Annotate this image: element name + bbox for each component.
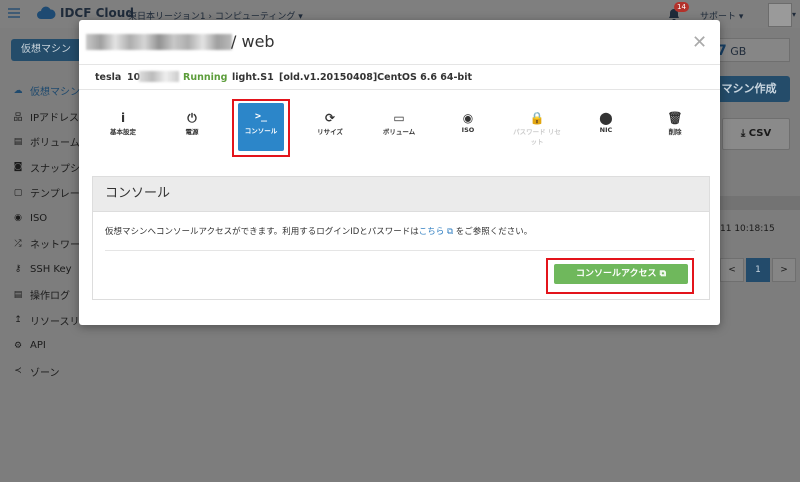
console-description: 仮想マシンへコンソールアクセスができます。利用するログインIDとパスワードはこち… [105, 225, 532, 237]
action-label: 基本設定 [110, 128, 136, 136]
pager-current[interactable]: 1 [746, 258, 770, 282]
action-label: コンソール [244, 127, 278, 135]
vm-template: [old.v1.20150408]CentOS 6.6 64-bit [279, 72, 473, 83]
create-vm-sidebar-label: 仮想マシン [21, 44, 71, 55]
sidebar-item-snapshot[interactable]: ◙ スナップショ [0, 155, 90, 181]
info-icon: i [120, 111, 126, 125]
sidebar-item-label: SSH Key [30, 263, 72, 275]
cogs-icon: ⚙ [13, 340, 23, 351]
volume-icon: ▭ [393, 111, 405, 125]
log-icon: ▤ [13, 289, 23, 300]
action-label: パスワード リセット [513, 128, 561, 146]
storage-summary: 7 GB [710, 38, 790, 62]
console-panel: コンソール 仮想マシンへコンソールアクセスができます。利用するログインIDとパス… [92, 176, 710, 300]
vm-info-row: tesla 10. Running light.S1 [old.v1.20150… [79, 65, 720, 90]
sidebar-item-volume[interactable]: ▤ ボリューム [0, 129, 90, 155]
camera-icon: ◙ [13, 162, 23, 173]
sidebar-item-log[interactable]: ▤ 操作ログ [0, 282, 90, 308]
password-reset-button[interactable]: 🔒 パスワード リセット [512, 104, 562, 150]
sidebar-item-label: ボリューム [30, 138, 80, 150]
description-text: 仮想マシンへコンソールアクセスができます。利用するログインIDとパスワードは [105, 227, 419, 237]
sidebar-item-ssh-key[interactable]: ⚷ SSH Key [0, 257, 90, 283]
shuffle-icon: ⤮ [14, 238, 22, 249]
console-button[interactable]: >_ コンソール [238, 103, 284, 151]
pagination: < 1 > [720, 258, 798, 282]
sidebar-item-label: ゾーン [30, 367, 60, 379]
hamburger-menu-icon[interactable] [8, 8, 20, 18]
sidebar-item-api[interactable]: ⚙ API [0, 333, 90, 359]
description-text-end: をご参照ください。 [453, 227, 533, 237]
action-toolbar: i 基本設定 ⏻ 電源 >_ コンソール ⟳ リサイズ ▭ ボリューム ◉ ISO 🔒 パスワ… [79, 100, 720, 160]
sidebar-item-iso[interactable]: ◉ ISO [0, 206, 90, 232]
sidebar-item-resource-limit[interactable]: ↥ リソースリミ [0, 308, 90, 334]
delete-button[interactable]: 🗑 削除 [650, 104, 700, 150]
chevron-down-icon[interactable]: ▾ [792, 10, 796, 19]
timestamp: 11 10:18:15 [720, 224, 775, 234]
sidebar-item-vm[interactable]: ☁ 仮想マシン [0, 78, 90, 104]
tag-icon: ⬤ [599, 111, 613, 125]
sidebar-item-label: 操作ログ [30, 291, 70, 303]
vm-plan: light.S1 [232, 72, 274, 83]
modal-header: / web ✕ [79, 20, 720, 65]
vm-name: tesla [95, 72, 122, 83]
console-icon: >_ [254, 111, 268, 122]
divider [105, 250, 695, 251]
database-icon: ▤ [13, 136, 23, 147]
sidebar-item-label: ISO [30, 212, 48, 224]
network-icon: 品 [13, 112, 23, 123]
nic-button[interactable]: ⬤ NIC [581, 104, 631, 150]
action-label: 削除 [668, 128, 682, 136]
disc-icon: ◉ [14, 213, 22, 224]
close-icon[interactable]: ✕ [692, 32, 707, 53]
console-access-button[interactable]: コンソールアクセス ⧉ [554, 264, 688, 284]
table-header [720, 196, 800, 210]
user-avatar[interactable] [768, 3, 792, 27]
vm-status: Running [183, 72, 228, 83]
sidebar-item-zone[interactable]: ≺ ゾーン [0, 359, 90, 385]
help-link[interactable]: こちら ⧉ [419, 227, 453, 237]
pager-prev[interactable]: < [720, 258, 744, 282]
power-button[interactable]: ⏻ 電源 [167, 104, 217, 150]
sidebar-item-label: API [30, 340, 46, 352]
app-logo[interactable]: IDCF Cloud [36, 6, 134, 20]
sidebar-item-template[interactable]: ▢ テンプレート [0, 180, 90, 206]
sidebar-item-ip[interactable]: 品 IPアドレス [0, 104, 90, 130]
key-icon: ⚷ [14, 264, 22, 275]
power-icon: ⏻ [187, 111, 197, 125]
modal-title: / web [231, 32, 275, 51]
action-label: 電源 [185, 128, 199, 136]
cloud-icon: ☁ [13, 85, 23, 96]
action-label: リサイズ [317, 128, 343, 136]
trash-icon: 🗑 [667, 111, 683, 125]
sidebar-item-label: IPアドレス [30, 112, 79, 124]
action-label: NIC [599, 126, 613, 134]
create-vm-button[interactable]: マシン作成 [708, 76, 790, 102]
chart-icon: ↥ [14, 315, 22, 326]
resize-icon: ⟳ [324, 111, 336, 125]
csv-download-button[interactable]: ⤓ CSV [722, 118, 790, 150]
pager-next[interactable]: > [772, 258, 796, 282]
action-label: ボリューム [382, 128, 416, 136]
basic-settings-button[interactable]: i 基本設定 [98, 104, 148, 150]
share-icon: ≺ [14, 366, 22, 377]
vm-detail-modal: / web ✕ tesla 10. Running light.S1 [old.… [79, 20, 720, 325]
redacted-hostname [86, 34, 232, 50]
notification-bell-icon[interactable]: 14 [668, 2, 689, 21]
file-icon: ▢ [13, 187, 23, 198]
cloud-logo-icon [37, 6, 56, 19]
iso-icon: ◉ [462, 111, 474, 125]
iso-button[interactable]: ◉ ISO [443, 104, 493, 150]
sidebar-item-label: 仮想マシン [30, 87, 80, 99]
sidebar-item-network[interactable]: ⤮ ネットワーク [0, 231, 90, 257]
panel-title: コンソール [93, 177, 709, 212]
logo-text: IDCF Cloud [60, 6, 134, 20]
volume-button[interactable]: ▭ ボリューム [374, 104, 424, 150]
storage-unit: GB [730, 45, 747, 58]
action-label: ISO [461, 126, 475, 134]
resize-button[interactable]: ⟳ リサイズ [305, 104, 355, 150]
lock-icon: 🔒 [529, 111, 545, 125]
sidebar: ☁ 仮想マシン 品 IPアドレス ▤ ボリューム ◙ スナップショ ▢ テンプレート ◉ I… [0, 78, 90, 384]
notification-badge: 14 [674, 2, 689, 12]
redacted-ip [139, 71, 179, 82]
